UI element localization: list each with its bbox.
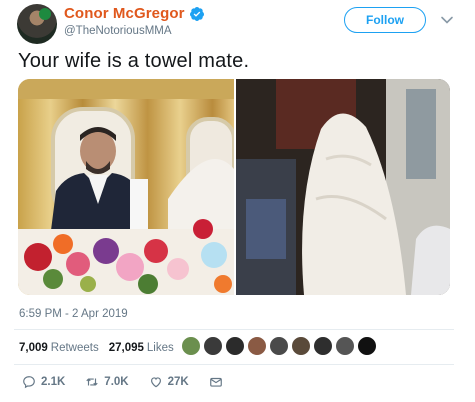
chevron-down-icon[interactable] — [440, 13, 454, 27]
liker-avatar[interactable] — [357, 336, 377, 356]
tweet-media[interactable] — [18, 79, 450, 295]
photo-right[interactable] — [236, 79, 450, 295]
liker-avatar[interactable] — [269, 336, 289, 356]
display-name[interactable]: Conor McGregor — [64, 5, 185, 22]
photo-left[interactable] — [18, 79, 234, 295]
liker-avatar[interactable] — [335, 336, 355, 356]
retweets-count[interactable]: 7,009 — [19, 342, 48, 354]
direct-message-button[interactable] — [209, 375, 228, 389]
like-button[interactable]: 27K — [149, 375, 189, 389]
retweet-count: 7.0K — [104, 376, 129, 388]
likes-label[interactable]: Likes — [147, 342, 174, 354]
tweet-timestamp[interactable]: 6:59 PM - 2 Apr 2019 — [19, 308, 128, 320]
tweet-header: Conor McGregor @TheNotoriousMMA Follow — [17, 4, 462, 44]
verified-badge-icon — [189, 6, 204, 21]
retweet-button[interactable]: 7.0K — [85, 375, 129, 389]
retweets-label[interactable]: Retweets — [51, 342, 99, 354]
like-count: 27K — [167, 376, 189, 388]
liker-avatar[interactable] — [225, 336, 245, 356]
tweet-text: Your wife is a towel mate. — [18, 50, 250, 72]
liker-avatar[interactable] — [313, 336, 333, 356]
liker-avatar[interactable] — [291, 336, 311, 356]
divider — [14, 329, 454, 330]
retweet-icon — [86, 378, 98, 386]
name-row: Conor McGregor — [64, 5, 205, 22]
reply-count: 2.1K — [41, 376, 66, 388]
liker-avatar[interactable] — [181, 336, 201, 356]
liker-avatar[interactable] — [247, 336, 267, 356]
envelope-icon — [209, 377, 222, 387]
avatar[interactable] — [17, 4, 57, 44]
follow-button[interactable]: Follow — [344, 7, 426, 33]
divider — [14, 364, 454, 365]
liker-avatar[interactable] — [203, 336, 223, 356]
heart-icon — [150, 377, 161, 388]
reply-icon — [23, 376, 35, 389]
reply-button[interactable]: 2.1K — [22, 375, 65, 389]
tweet-actions: 2.1K 7.0K 27K — [22, 375, 248, 389]
liker-avatars[interactable] — [181, 336, 379, 356]
likes-count[interactable]: 27,095 — [109, 342, 144, 354]
user-handle[interactable]: @TheNotoriousMMA — [64, 25, 172, 37]
engagement-stats: 7,009 Retweets 27,095 Likes — [19, 342, 184, 354]
